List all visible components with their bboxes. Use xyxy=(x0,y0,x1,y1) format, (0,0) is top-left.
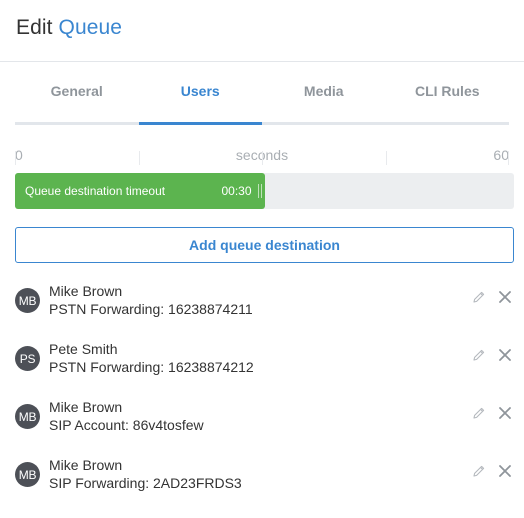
avatar: PS xyxy=(15,346,40,371)
close-icon[interactable] xyxy=(498,464,512,478)
list-item: MB Mike Brown PSTN Forwarding: 162388742… xyxy=(0,282,524,340)
tab-cli-rules[interactable]: CLI Rules xyxy=(386,62,510,122)
destination-detail: PSTN Forwarding: 16238874212 xyxy=(49,359,254,375)
user-name: Mike Brown xyxy=(49,399,123,415)
scale-tick xyxy=(385,151,387,165)
item-actions xyxy=(472,464,512,478)
item-actions xyxy=(472,348,512,362)
queue-timeout-bar[interactable]: Queue destination timeout 00:30 xyxy=(15,173,265,209)
pencil-icon[interactable] xyxy=(472,348,486,362)
pencil-icon[interactable] xyxy=(472,290,486,304)
pencil-icon[interactable] xyxy=(472,464,486,478)
user-name: Pete Smith xyxy=(49,341,118,357)
destination-list: MB Mike Brown PSTN Forwarding: 162388742… xyxy=(0,282,524,514)
avatar: MB xyxy=(15,404,40,429)
scale-tick xyxy=(138,151,140,165)
close-icon[interactable] xyxy=(498,406,512,420)
add-queue-destination-button[interactable]: Add queue destination xyxy=(15,227,514,263)
tab-users[interactable]: Users xyxy=(138,62,263,125)
scale-tick xyxy=(262,151,263,165)
list-item: MB Mike Brown SIP Account: 86v4tosfew xyxy=(0,398,524,456)
tab-media[interactable]: Media xyxy=(262,62,386,122)
list-item: MB Mike Brown SIP Forwarding: 2AD23FRDS3 xyxy=(0,456,524,514)
title-accent: Queue xyxy=(58,16,123,39)
close-icon[interactable] xyxy=(498,290,512,304)
scale-min-label: 0 xyxy=(15,147,23,163)
page-title: Edit Queue xyxy=(16,16,508,40)
user-name: Mike Brown xyxy=(49,457,123,473)
avatar: MB xyxy=(15,288,40,313)
page-header: Edit Queue xyxy=(0,0,524,62)
title-prefix: Edit xyxy=(16,16,53,39)
item-actions xyxy=(472,290,512,304)
pencil-icon[interactable] xyxy=(472,406,486,420)
queue-timeout-label: Queue destination timeout xyxy=(25,184,166,198)
timeline-track: Queue destination timeout 00:30 xyxy=(15,173,514,209)
item-actions xyxy=(472,406,512,420)
destination-detail: SIP Account: 86v4tosfew xyxy=(49,417,204,433)
tab-bar: General Users Media CLI Rules xyxy=(15,62,509,125)
resize-handle-icon[interactable] xyxy=(257,184,262,198)
tab-general[interactable]: General xyxy=(15,62,139,122)
scale-tick xyxy=(508,151,509,165)
destination-detail: SIP Forwarding: 2AD23FRDS3 xyxy=(49,475,242,491)
scale-tick xyxy=(15,151,16,165)
scale-max-label: 60 xyxy=(493,147,509,163)
user-name: Mike Brown xyxy=(49,283,123,299)
destination-detail: PSTN Forwarding: 16238874211 xyxy=(49,301,253,317)
avatar: MB xyxy=(15,462,40,487)
list-item: PS Pete Smith PSTN Forwarding: 162388742… xyxy=(0,340,524,398)
queue-timeout-value: 00:30 xyxy=(221,184,252,198)
timeline-scale: 0 seconds 60 xyxy=(15,125,509,165)
close-icon[interactable] xyxy=(498,348,512,362)
